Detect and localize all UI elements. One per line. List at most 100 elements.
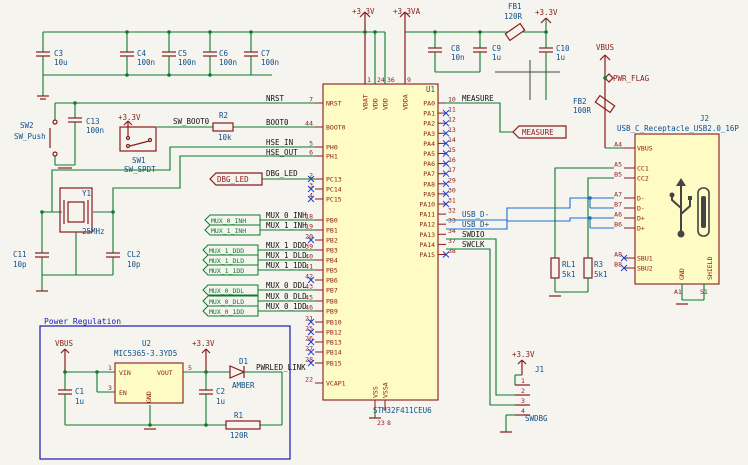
mux-netlabel-mux_1_ddd[interactable]: MUX_1_DDD: [202, 244, 259, 256]
u1-pin-pb0: PB0: [326, 217, 338, 225]
j2-val: USB_C_Receptacle_USB2.0_16P: [617, 124, 739, 133]
u1-pin-vdd: VDD: [372, 98, 380, 110]
mux-netlabel-mux_0_ddl[interactable]: MUX_0_DDL: [202, 284, 259, 296]
power-3v3a-top: +3.3VA: [393, 7, 421, 84]
c11-ref: C11: [13, 250, 27, 259]
j2-pin-d+: D+: [637, 225, 645, 233]
fb2-ref: FB2: [573, 97, 587, 106]
u1-pin-pa1: PA1: [423, 110, 435, 118]
mux-netlabel-mux_1_dld[interactable]: MUX_1_DLD: [202, 254, 259, 266]
u1-pin-pb5: PB5: [326, 267, 338, 275]
c9-ref: C9: [492, 44, 501, 53]
v33-label-j1: +3.3V: [512, 350, 535, 359]
mux-netlabel-mux_0_1dd[interactable]: MUX_0_1DD: [202, 305, 259, 317]
u2-ref: U2: [142, 339, 151, 348]
u1-pinnum: 13: [448, 126, 456, 134]
cl2-ref: CL2: [127, 250, 141, 259]
j2-pinnum: A7: [614, 191, 622, 199]
u1-pinnum: 14: [448, 136, 456, 144]
c1-ref: C1: [75, 387, 84, 396]
u1-pinnum: 23: [377, 419, 385, 427]
u1-pin-pc13: PC13: [326, 176, 342, 184]
d1-ref: D1: [239, 357, 248, 366]
power-3v3-top: +3.3V: [352, 7, 375, 84]
u1-pin-pa9: PA9: [423, 190, 435, 198]
rl1-val: 5k1: [562, 270, 576, 279]
j2-pinnum: B5: [614, 171, 622, 179]
mux-label-text: MUX_0_INH: [211, 217, 246, 225]
u1-pin-pa11: PA11: [419, 211, 435, 219]
u1-pin-nrst: NRST: [326, 100, 342, 108]
u1-pin-pb14: PB14: [326, 349, 342, 357]
swd-nets: SWDIO SWCLK: [446, 230, 515, 406]
measure-netlabel[interactable]: MEASURE: [512, 125, 567, 139]
decoupling-caps-group: C3 10u C4 100n C5 100n C6 100n C7 100n: [36, 30, 365, 100]
u2-pin-en: EN: [119, 389, 127, 397]
c9-val: 1u: [492, 53, 501, 62]
c5-val: 100n: [178, 58, 196, 67]
c2-val: 1u: [216, 397, 225, 406]
net-mux: MUX_0_1DD: [266, 302, 307, 311]
c3-val: 10u: [54, 58, 68, 67]
d1-val: AMBER: [232, 381, 255, 390]
net-boot0: BOOT0: [266, 118, 289, 127]
net-mux: MUX_1_INH: [266, 221, 307, 230]
measure-label-text: MEASURE: [522, 128, 554, 137]
mux-netlabel-mux_1_1dd[interactable]: MUX_1_1DD: [202, 264, 259, 276]
u1-pin-vdd: VDD: [382, 98, 390, 110]
u1-pinnum: 30: [448, 186, 456, 194]
j2-pin-vbus: VBUS: [637, 145, 653, 153]
u1-part: STM32F411CEU6: [373, 406, 432, 415]
mux-label-text: MUX_1_DDD: [209, 247, 244, 255]
sw2-val: SW_Push: [14, 132, 46, 141]
measure-net: MEASURE MEASURE: [446, 94, 567, 139]
u1-pin-vss: VSS: [372, 386, 380, 398]
u1-pin-pa8: PA8: [423, 180, 435, 188]
u1-pin-pa2: PA2: [423, 120, 435, 128]
swd-connector-j1[interactable]: +3.3V J1 SWDBG 1 2 3 4: [500, 350, 548, 433]
u1-pin-pa12: PA12: [419, 221, 435, 229]
u2-pin-vin: VIN: [119, 369, 131, 377]
u1-pin-ph0: PH0: [326, 144, 338, 152]
u1-pinnum: 33: [448, 217, 456, 225]
u1-pin-pb3: PB3: [326, 247, 338, 255]
c13-ref: C13: [86, 117, 100, 126]
u1-pin-pa5: PA5: [423, 150, 435, 158]
r2-ref: R2: [219, 111, 228, 120]
sw1-ref: SW1: [132, 156, 146, 165]
u1-pin-pc14: PC14: [326, 186, 342, 194]
u1-pin-pb15: PB15: [326, 360, 342, 368]
mux-netlabel-mux_1_inh[interactable]: MUX_1_INH: [204, 224, 261, 236]
j2-pin-cc2: CC2: [637, 175, 649, 183]
u1-pinnum: 34: [448, 227, 456, 235]
cc-resistors: RL1 5k1 R3 5k1: [549, 167, 614, 297]
c6-val: 100n: [219, 58, 237, 67]
u1-pin-ph1: PH1: [326, 153, 338, 161]
j2-pin-d+: D+: [637, 215, 645, 223]
u1-pinnum: 17: [448, 166, 456, 174]
r3-ref: R3: [594, 260, 603, 269]
j2-pinnum: A4: [614, 141, 622, 149]
usb-c-j2[interactable]: J2 USB_C_Receptacle_USB2.0_16P VBUS A4 CC1…: [605, 114, 739, 305]
mux-label-text: MUX_1_1DD: [209, 267, 244, 275]
u1-pinnum: 1: [367, 76, 371, 84]
dbg-led-netlabel[interactable]: DBG_LED DBG_LED: [209, 169, 315, 186]
usb-data-nets: USB_D- USB_D+: [446, 196, 614, 230]
mux-label-text: MUX_0_DLD: [209, 298, 244, 306]
r1-ref: R1: [234, 411, 243, 420]
mux-netlabel-mux_0_inh[interactable]: MUX_0_INH: [204, 214, 261, 226]
vbus-label-reg: VBUS: [55, 339, 74, 348]
u1-pin-vbat: VBAT: [362, 94, 370, 110]
mcu-u1[interactable]: U1 STM32F411CEU6 VBAT 1 VDD 24 VDD 36 VDDA 9 NR…: [305, 76, 456, 427]
rl1-ref: RL1: [562, 260, 576, 269]
net-mux: MUX_1_DDD: [266, 241, 307, 250]
u1-pin-vcap1: VCAP1: [326, 380, 346, 388]
mux-labels-group: MUX_0_INHMUX_0_INHMUX_1_INHMUX_1_INHMUX_…: [202, 211, 315, 317]
u1-pinnum: 10: [448, 96, 456, 104]
c5-ref: C5: [178, 49, 187, 58]
net-sw-boot0: SW_BOOT0: [173, 117, 210, 126]
net-dbg-led: DBG_LED: [266, 169, 298, 178]
c6-ref: C6: [219, 49, 229, 58]
mux-netlabel-mux_0_dld[interactable]: MUX_0_DLD: [202, 295, 259, 307]
r1-val: 120R: [230, 431, 249, 440]
